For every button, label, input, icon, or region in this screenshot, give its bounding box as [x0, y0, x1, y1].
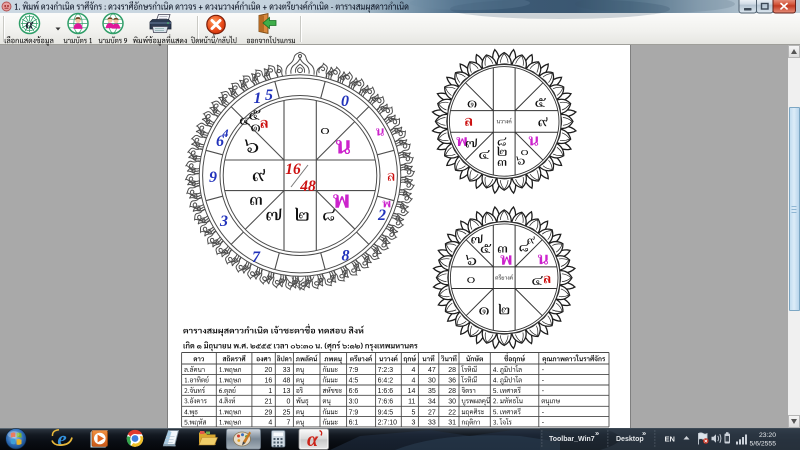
svg-text:4: 4 [222, 126, 229, 140]
svg-text:9:4:5: 9:4:5 [378, 409, 394, 416]
svg-text:Desktop: Desktop [616, 436, 644, 443]
svg-text:EN: EN [665, 435, 675, 444]
svg-text:-: - [542, 377, 545, 384]
svg-text:Toolbar_Win7: Toolbar_Win7 [549, 436, 595, 443]
svg-text:-: - [542, 388, 545, 395]
svg-text:47: 47 [428, 367, 436, 374]
svg-text:13: 13 [283, 388, 291, 395]
svg-text:7:9: 7:9 [349, 367, 359, 374]
svg-text:4:5: 4:5 [349, 377, 359, 384]
svg-text:29: 29 [265, 409, 273, 416]
svg-text:3: 3 [411, 420, 415, 427]
svg-text:27: 27 [428, 409, 436, 416]
svg-text:5: 5 [265, 87, 273, 104]
svg-text:-: - [542, 409, 545, 416]
svg-text:22: 22 [448, 409, 456, 416]
svg-text:25: 25 [283, 409, 291, 416]
svg-text:20: 20 [265, 367, 273, 374]
svg-text:3:0: 3:0 [349, 398, 359, 405]
svg-text:5/6/2555: 5/6/2555 [750, 441, 777, 448]
svg-text:8: 8 [342, 248, 350, 265]
svg-text:4: 4 [411, 367, 415, 374]
svg-text:16: 16 [285, 161, 301, 178]
svg-text:2: 2 [377, 207, 386, 224]
svg-text:16: 16 [265, 377, 273, 384]
svg-text:28: 28 [448, 388, 456, 395]
svg-text:23:20: 23:20 [759, 432, 776, 439]
svg-text:36: 36 [448, 377, 456, 384]
svg-text:0: 0 [341, 93, 349, 110]
svg-text:33: 33 [283, 367, 291, 374]
svg-text:7:9: 7:9 [349, 409, 359, 416]
svg-text:34: 34 [428, 398, 436, 405]
svg-text:21: 21 [265, 398, 273, 405]
svg-text:7:2:3: 7:2:3 [378, 367, 394, 374]
svg-text:-: - [542, 420, 545, 427]
svg-text:»: » [595, 429, 599, 438]
svg-text:1: 1 [268, 388, 272, 395]
svg-text:35: 35 [428, 388, 436, 395]
svg-text:33: 33 [428, 420, 436, 427]
svg-text:7:6:6: 7:6:6 [378, 398, 394, 405]
svg-text:α: α [307, 429, 319, 450]
svg-text:28: 28 [448, 367, 456, 374]
svg-text:31: 31 [448, 420, 456, 427]
svg-text:30: 30 [448, 398, 456, 405]
svg-text:-: - [542, 367, 545, 374]
svg-text:0: 0 [286, 398, 290, 405]
svg-text:7: 7 [252, 249, 261, 266]
svg-text:48: 48 [299, 178, 316, 195]
svg-text:3: 3 [219, 213, 228, 230]
svg-text:1:6:6: 1:6:6 [378, 388, 394, 395]
svg-text:30: 30 [428, 377, 436, 384]
svg-text:2:7:10: 2:7:10 [378, 420, 398, 427]
svg-text:9: 9 [209, 169, 217, 186]
svg-text:5: 5 [411, 409, 415, 416]
svg-text:4: 4 [411, 377, 415, 384]
svg-text:»: » [642, 429, 646, 438]
svg-text:4: 4 [268, 420, 272, 427]
svg-text:6:4:2: 6:4:2 [378, 377, 394, 384]
svg-text:6:6: 6:6 [349, 388, 359, 395]
svg-text:7: 7 [286, 420, 290, 427]
svg-text:α: α [26, 18, 34, 33]
svg-text:14: 14 [408, 388, 416, 395]
svg-text:11: 11 [408, 398, 415, 405]
svg-text:6:1: 6:1 [349, 420, 359, 427]
svg-text:1: 1 [254, 90, 262, 107]
svg-text:48: 48 [283, 377, 291, 384]
